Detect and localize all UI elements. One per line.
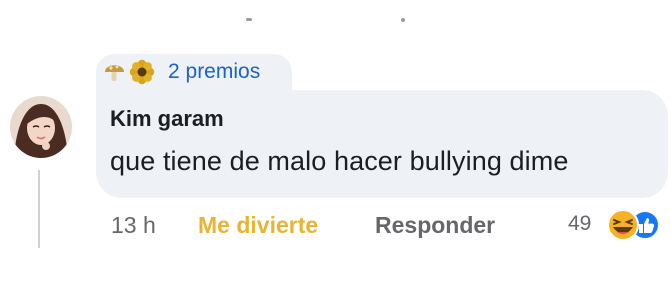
awards-label: 2 premios bbox=[168, 60, 261, 83]
mushroom-icon bbox=[105, 65, 124, 81]
haha-reaction-icon bbox=[607, 209, 639, 241]
awards-badge[interactable]: 2 premios bbox=[96, 54, 292, 90]
reaction-button[interactable]: Me divierte bbox=[198, 212, 318, 244]
thread-line bbox=[38, 170, 40, 248]
award-icons bbox=[105, 59, 155, 85]
comment-text: que tiene de malo hacer bullying dime bbox=[110, 146, 569, 176]
cropped-divider-mark bbox=[246, 18, 252, 21]
avatar-photo bbox=[10, 96, 72, 158]
reply-button[interactable]: Responder bbox=[375, 212, 495, 244]
comment-bubble: Kim garam que tiene de malo hacer bullyi… bbox=[96, 90, 668, 198]
flower-icon bbox=[129, 59, 155, 85]
comment-timestamp[interactable]: 13 h bbox=[111, 212, 156, 244]
avatar[interactable] bbox=[10, 96, 72, 158]
reaction-count[interactable]: 49 bbox=[568, 212, 591, 236]
cropped-divider-mark bbox=[401, 18, 405, 22]
reaction-icons[interactable] bbox=[596, 208, 666, 242]
author-name[interactable]: Kim garam bbox=[110, 106, 224, 132]
